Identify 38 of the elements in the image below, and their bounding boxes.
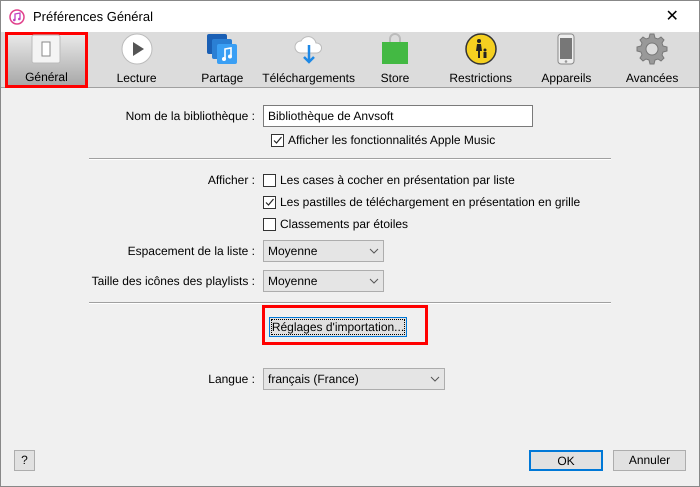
checkbox-label: Classements par étoiles (280, 216, 408, 233)
dropdown[interactable]: Moyenne (263, 270, 384, 292)
parent-child-icon (464, 33, 497, 65)
shopping-bag-icon (380, 33, 410, 65)
toolbar-tab[interactable]: Téléchargements (265, 32, 352, 88)
field-label: Langue : (207, 371, 256, 388)
switch-icon (31, 34, 62, 64)
close-button[interactable]: ✕ (657, 2, 687, 30)
chevron-down-icon (369, 278, 379, 284)
library-name-field[interactable]: Bibliothèque de Anvsoft (263, 105, 533, 127)
import-settings-button[interactable]: Réglages d'importation... (269, 317, 407, 337)
music-folders-icon (206, 33, 238, 65)
ok-button[interactable]: OK (529, 450, 603, 470)
checkbox-label: Les pastilles de téléchargement en présentation en grille (280, 194, 580, 211)
chevron-down-icon (430, 376, 440, 382)
language-dropdown[interactable]: français (France) (263, 368, 445, 390)
checkbox[interactable] (263, 174, 276, 186)
window-title: Préférences Général (33, 8, 153, 26)
dropdown[interactable]: Moyenne (263, 240, 384, 262)
toolbar-tab[interactable]: Général (5, 32, 88, 88)
checkbox-label: Les cases à cocher en présentation par liste (280, 172, 515, 189)
field-label: Taille des icônes des playlists : (90, 273, 256, 290)
toolbar-tab[interactable]: Appareils (524, 32, 610, 88)
checkbox-label: Afficher les fonctionnalités Apple Music (288, 132, 496, 149)
field-label: Afficher : (206, 172, 256, 189)
field-label: Nom de la bibliothèque : (124, 108, 256, 125)
help-button[interactable]: ? (14, 450, 35, 470)
toolbar-tab[interactable]: Avancées (609, 32, 695, 88)
toolbar-tab[interactable]: Restrictions (438, 32, 524, 88)
cloud-download-icon (292, 33, 325, 65)
music-note-icon (9, 8, 25, 24)
checkbox[interactable] (263, 218, 276, 230)
cancel-button[interactable]: Annuler (613, 450, 686, 470)
checkbox[interactable] (263, 196, 276, 208)
chevron-down-icon (369, 248, 379, 254)
toolbar-tab[interactable]: Lecture (94, 32, 180, 88)
field-label: Espacement de la liste : (126, 243, 256, 260)
checkbox[interactable] (271, 134, 284, 146)
